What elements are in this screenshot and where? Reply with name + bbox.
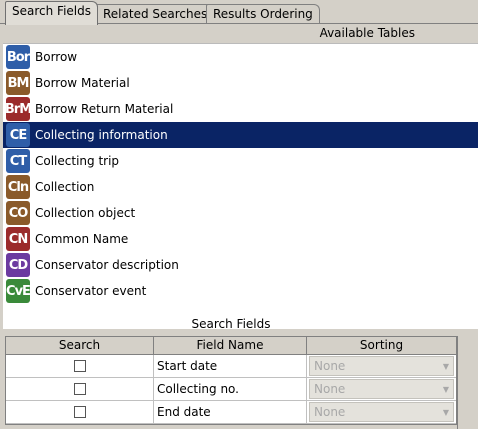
table-row: Start date None ▼ xyxy=(6,355,456,378)
list-item[interactable]: Bor Borrow xyxy=(3,44,478,70)
chevron-down-icon: ▼ xyxy=(442,407,449,417)
list-item-label: Collection object xyxy=(35,206,136,220)
available-tables-list[interactable]: Bor Borrow BM Borrow Material BrM Borrow Retu… xyxy=(3,43,478,329)
list-item-label: Borrow xyxy=(35,50,78,64)
table-row: Collecting no. None ▼ xyxy=(6,378,456,401)
tab-search-fields[interactable]: Search Fields xyxy=(5,1,98,25)
sorting-value: None xyxy=(314,359,346,373)
sorting-select[interactable]: None ▼ xyxy=(309,379,454,399)
field-name-cell: End date xyxy=(154,401,307,423)
search-fields-title: Search Fields xyxy=(191,317,271,331)
sorting-value: None xyxy=(314,382,346,396)
column-header-field-name[interactable]: Field Name xyxy=(154,337,307,354)
list-item-label: Borrow Material xyxy=(35,76,130,90)
list-item-label: Common Name xyxy=(35,232,129,246)
conservator-event-icon: CvE xyxy=(6,279,31,303)
chevron-down-icon: ▼ xyxy=(442,361,449,371)
grid-header: Search Field Name Sorting xyxy=(6,337,456,355)
collecting-trip-icon: CT xyxy=(6,149,30,173)
list-item[interactable]: Cln Collection xyxy=(3,174,478,200)
available-tables-title: Available Tables xyxy=(319,26,415,40)
list-item[interactable]: CO Collection object xyxy=(3,200,478,226)
column-header-sorting[interactable]: Sorting xyxy=(307,337,456,354)
collection-object-icon: CO xyxy=(6,201,30,225)
search-cell xyxy=(6,355,154,377)
borrow-material-icon: BM xyxy=(6,71,30,95)
list-item[interactable]: CT Collecting trip xyxy=(3,148,478,174)
tab-strip: Search Fields Related Searches Results O… xyxy=(0,0,478,25)
sorting-select[interactable]: None ▼ xyxy=(309,356,454,376)
conservator-description-icon: CD xyxy=(6,253,30,277)
borrow-return-material-icon: BrM xyxy=(5,97,32,121)
table-row: End date None ▼ xyxy=(6,401,456,424)
common-name-icon: CN xyxy=(6,227,30,251)
search-cell xyxy=(6,401,154,423)
sorting-cell: None ▼ xyxy=(307,355,456,377)
search-cell xyxy=(6,378,154,400)
search-checkbox[interactable] xyxy=(73,406,86,418)
list-item[interactable]: CN Common Name xyxy=(3,226,478,252)
list-item-label: Collection xyxy=(35,180,95,194)
tab-results-ordering[interactable]: Results Ordering xyxy=(206,4,320,24)
list-item[interactable]: CvE Conservator event xyxy=(3,278,478,304)
list-item[interactable]: CD Conservator description xyxy=(3,252,478,278)
list-item-label: Collecting trip xyxy=(35,154,120,168)
list-item-label: Collecting information xyxy=(35,128,168,142)
vertical-scrollbar[interactable] xyxy=(457,336,478,429)
list-item-label: Borrow Return Material xyxy=(35,102,174,116)
list-item[interactable]: CE Collecting information xyxy=(3,122,478,148)
list-item-label: Conservator description xyxy=(35,258,179,272)
grid-body: Start date None ▼ Collecting no. None ▼ End da… xyxy=(6,355,456,424)
collecting-information-icon: CE xyxy=(6,123,30,147)
collection-icon: Cln xyxy=(6,175,30,199)
chevron-down-icon: ▼ xyxy=(442,384,449,394)
available-tables-panel: Available Tables Bor Borrow BM Borrow Mater… xyxy=(0,24,478,329)
search-checkbox[interactable] xyxy=(73,383,86,395)
sorting-cell: None ▼ xyxy=(307,378,456,400)
sorting-value: None xyxy=(314,405,346,419)
tab-related-searches[interactable]: Related Searches xyxy=(96,4,215,24)
search-fields-grid: Search Field Name Sorting Start date None… xyxy=(5,336,457,425)
borrow-icon: Bor xyxy=(6,45,30,69)
list-item-label: Conservator event xyxy=(35,284,147,298)
search-checkbox[interactable] xyxy=(73,360,86,372)
sorting-cell: None ▼ xyxy=(307,401,456,423)
list-item[interactable]: BM Borrow Material xyxy=(3,70,478,96)
field-name-cell: Collecting no. xyxy=(154,378,307,400)
field-name-cell: Start date xyxy=(154,355,307,377)
list-item[interactable]: BrM Borrow Return Material xyxy=(3,96,478,122)
column-header-search[interactable]: Search xyxy=(6,337,154,354)
sorting-select[interactable]: None ▼ xyxy=(309,402,454,422)
